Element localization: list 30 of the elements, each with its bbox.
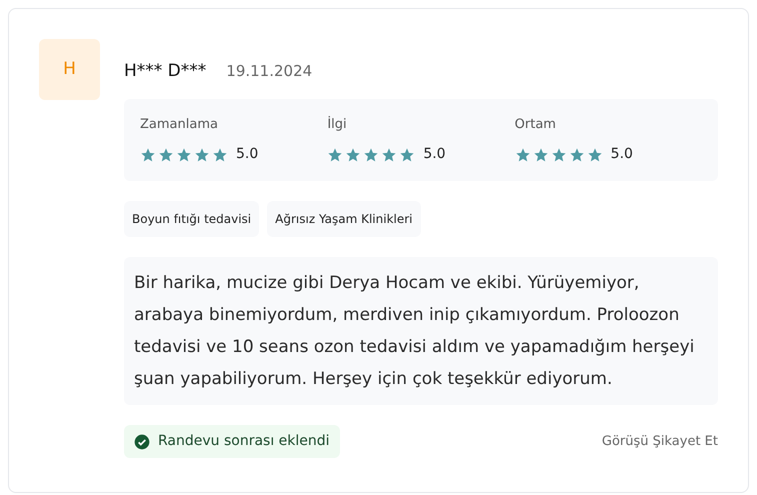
tag: Ağrısız Yaşam Klinikleri — [267, 201, 420, 237]
star-icon — [586, 146, 603, 162]
star-icon — [568, 146, 585, 162]
star-icon — [327, 146, 344, 162]
rating-score: 5.0 — [610, 145, 633, 164]
report-link[interactable]: Görüşü Şikayet Et — [602, 432, 718, 452]
review-date: 19.11.2024 — [226, 61, 312, 82]
star-icon — [399, 146, 416, 162]
review-text: Bir harika, mucize gibi Derya Hocam ve ekibi. Yürüyemiyor, arabaya binemiyordum, merdiven inip çıkamıyordum. Proloozon tedavisi ve 10 seans ozon tedavisi aldım ve yapamadığım herşeyi şuan yapabiliyorum. Herşey için çok teşekkür ediyorum. — [124, 257, 718, 405]
star-icon — [514, 146, 531, 162]
tag: Boyun fıtığı tedavisi — [124, 201, 260, 237]
star-icon — [381, 146, 398, 162]
star-icon — [532, 146, 549, 162]
star-icon — [158, 146, 174, 162]
star-icon — [345, 146, 362, 162]
check-circle-icon — [134, 434, 150, 450]
verified-text: Randevu sonrası eklendi — [158, 432, 330, 451]
rating-label: Zamanlama — [140, 116, 219, 134]
star-icon — [550, 146, 567, 162]
star-icon — [194, 146, 210, 162]
rating-score: 5.0 — [423, 145, 446, 164]
star-icon — [176, 146, 192, 162]
author-name: H*** D*** — [124, 60, 206, 83]
star-icon — [212, 146, 228, 162]
rating-score: 5.0 — [236, 145, 258, 164]
star-icon — [140, 146, 156, 162]
rating-label: İlgi — [327, 115, 348, 134]
avatar: H — [39, 39, 100, 100]
rating-label: Ortam — [514, 116, 557, 134]
star-icon — [363, 146, 380, 162]
